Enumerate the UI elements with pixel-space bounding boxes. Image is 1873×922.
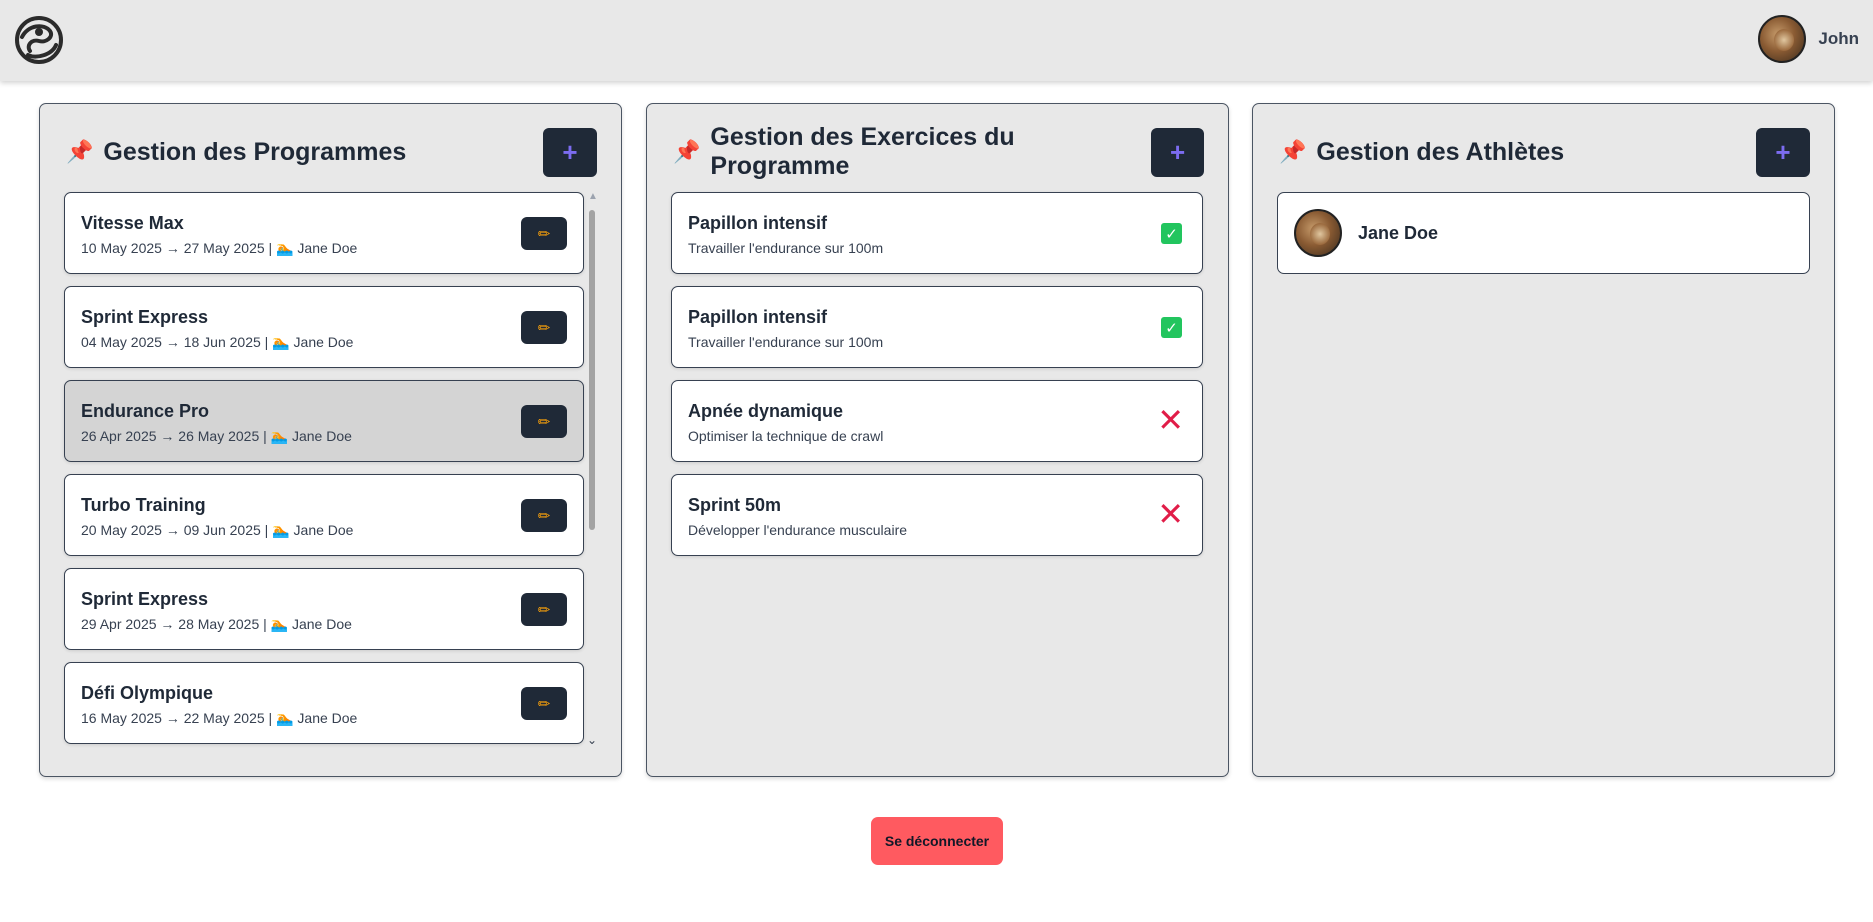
program-dates: 29 Apr 2025 → 28 May 2025 | 🏊 Jane Doe [81, 616, 352, 632]
exercises-header: 📌 Gestion des Exercices du Programme + [673, 123, 1204, 180]
user-avatar[interactable] [1758, 15, 1807, 63]
exercises-panel: 📌 Gestion des Exercices du Programme + P… [646, 103, 1229, 777]
edit-program-button[interactable]: ✏ [521, 499, 567, 532]
edit-program-button[interactable]: ✏ [521, 593, 567, 626]
cross-icon[interactable]: ✕ [1157, 498, 1184, 530]
pencil-icon: ✏ [537, 507, 551, 525]
exercise-list: Papillon intensif Travailler l'endurance … [671, 192, 1203, 568]
athlete-name: Jane Doe [1358, 223, 1439, 243]
program-name: Endurance Pro [81, 401, 210, 421]
edit-program-button[interactable]: ✏ [521, 405, 567, 438]
program-list-scrollbar[interactable]: ▲ ⌄ [587, 192, 598, 752]
add-athlete-button[interactable]: + [1756, 127, 1810, 177]
program-card[interactable]: Sprint Express 04 May 2025 → 18 Jun 2025 … [64, 286, 584, 368]
program-name: Turbo Training [81, 495, 206, 515]
pencil-icon: ✏ [537, 319, 551, 337]
athletes-panel: 📌 Gestion des Athlètes + Jane Doe [1252, 103, 1835, 777]
pencil-icon: ✏ [537, 225, 551, 243]
user-name: John [1818, 29, 1859, 48]
exercise-card[interactable]: Papillon intensif Travailler l'endurance … [671, 286, 1203, 368]
program-dates: 20 May 2025 → 09 Jun 2025 | 🏊 Jane Doe [81, 522, 354, 538]
checkbox-checked-icon[interactable]: ✓ [1161, 223, 1182, 244]
pencil-icon: ✏ [537, 695, 551, 713]
exercise-name: Papillon intensif [688, 213, 828, 233]
exercise-description: Développer l'endurance musculaire [688, 522, 908, 538]
athlete-avatar [1294, 209, 1342, 257]
program-name: Sprint Express [81, 589, 209, 609]
program-name: Vitesse Max [81, 213, 184, 233]
exercise-description: Travailler l'endurance sur 100m [688, 240, 884, 256]
logout-button[interactable]: Se déconnecter [871, 817, 1003, 865]
programs-title: Gestion des Programmes [103, 137, 407, 166]
pencil-icon: ✏ [537, 413, 551, 431]
program-card[interactable]: Défi Olympique 16 May 2025 → 22 May 2025 … [64, 662, 584, 744]
athlete-list: Jane Doe [1277, 192, 1810, 274]
program-list: Vitesse Max 10 May 2025 → 27 May 2025 | 🏊… [64, 192, 584, 756]
program-card[interactable]: Vitesse Max 10 May 2025 → 27 May 2025 | 🏊… [64, 192, 584, 274]
user-menu[interactable]: John [1758, 15, 1859, 63]
chevron-down-icon[interactable]: ⌄ [587, 734, 597, 746]
pushpin-icon: 📌 [66, 139, 94, 164]
app-logo-icon[interactable] [14, 15, 64, 65]
pushpin-icon: 📌 [673, 139, 701, 164]
programs-panel: 📌 Gestion des Programmes + Vitesse Max 10… [39, 103, 622, 777]
athletes-title: Gestion des Athlètes [1316, 137, 1565, 166]
athlete-card[interactable]: Jane Doe [1277, 192, 1810, 274]
pushpin-icon: 📌 [1279, 139, 1307, 164]
edit-program-button[interactable]: ✏ [521, 311, 567, 344]
program-name: Défi Olympique [81, 683, 214, 703]
exercise-name: Sprint 50m [688, 495, 782, 515]
exercise-name: Papillon intensif [688, 307, 828, 327]
program-dates: 26 Apr 2025 → 26 May 2025 | 🏊 Jane Doe [81, 428, 352, 444]
exercise-description: Travailler l'endurance sur 100m [688, 334, 884, 350]
athletes-header: 📌 Gestion des Athlètes + [1279, 127, 1810, 177]
program-card[interactable]: Sprint Express 29 Apr 2025 → 28 May 2025 … [64, 568, 584, 650]
program-name: Sprint Express [81, 307, 209, 327]
scroll-thumb[interactable] [589, 210, 595, 530]
add-program-button[interactable]: + [543, 127, 597, 177]
exercise-name: Apnée dynamique [688, 401, 844, 421]
program-card[interactable]: Turbo Training 20 May 2025 → 09 Jun 2025 … [64, 474, 584, 556]
top-bar: John [0, 0, 1873, 81]
edit-program-button[interactable]: ✏ [521, 687, 567, 720]
add-exercise-button[interactable]: + [1151, 127, 1204, 177]
exercises-title: Gestion des Exercices du Programme [710, 123, 1015, 180]
program-dates: 04 May 2025 → 18 Jun 2025 | 🏊 Jane Doe [81, 334, 354, 350]
programs-header: 📌 Gestion des Programmes + [66, 127, 597, 177]
exercise-card[interactable]: Papillon intensif Travailler l'endurance … [671, 192, 1203, 274]
program-dates: 16 May 2025 → 22 May 2025 | 🏊 Jane Doe [81, 710, 358, 726]
exercise-card[interactable]: Sprint 50m Développer l'endurance muscula… [671, 474, 1203, 556]
checkbox-checked-icon[interactable]: ✓ [1161, 317, 1182, 338]
exercise-description: Optimiser la technique de crawl [688, 428, 884, 444]
pencil-icon: ✏ [537, 601, 551, 619]
edit-program-button[interactable]: ✏ [521, 217, 567, 250]
program-card[interactable]: Endurance Pro 26 Apr 2025 → 26 May 2025 |… [64, 380, 584, 462]
cross-icon[interactable]: ✕ [1157, 404, 1184, 436]
program-dates: 10 May 2025 → 27 May 2025 | 🏊 Jane Doe [81, 240, 358, 256]
scroll-up-arrow-icon[interactable]: ▲ [588, 192, 598, 202]
exercise-card[interactable]: Apnée dynamique Optimiser la technique de… [671, 380, 1203, 462]
